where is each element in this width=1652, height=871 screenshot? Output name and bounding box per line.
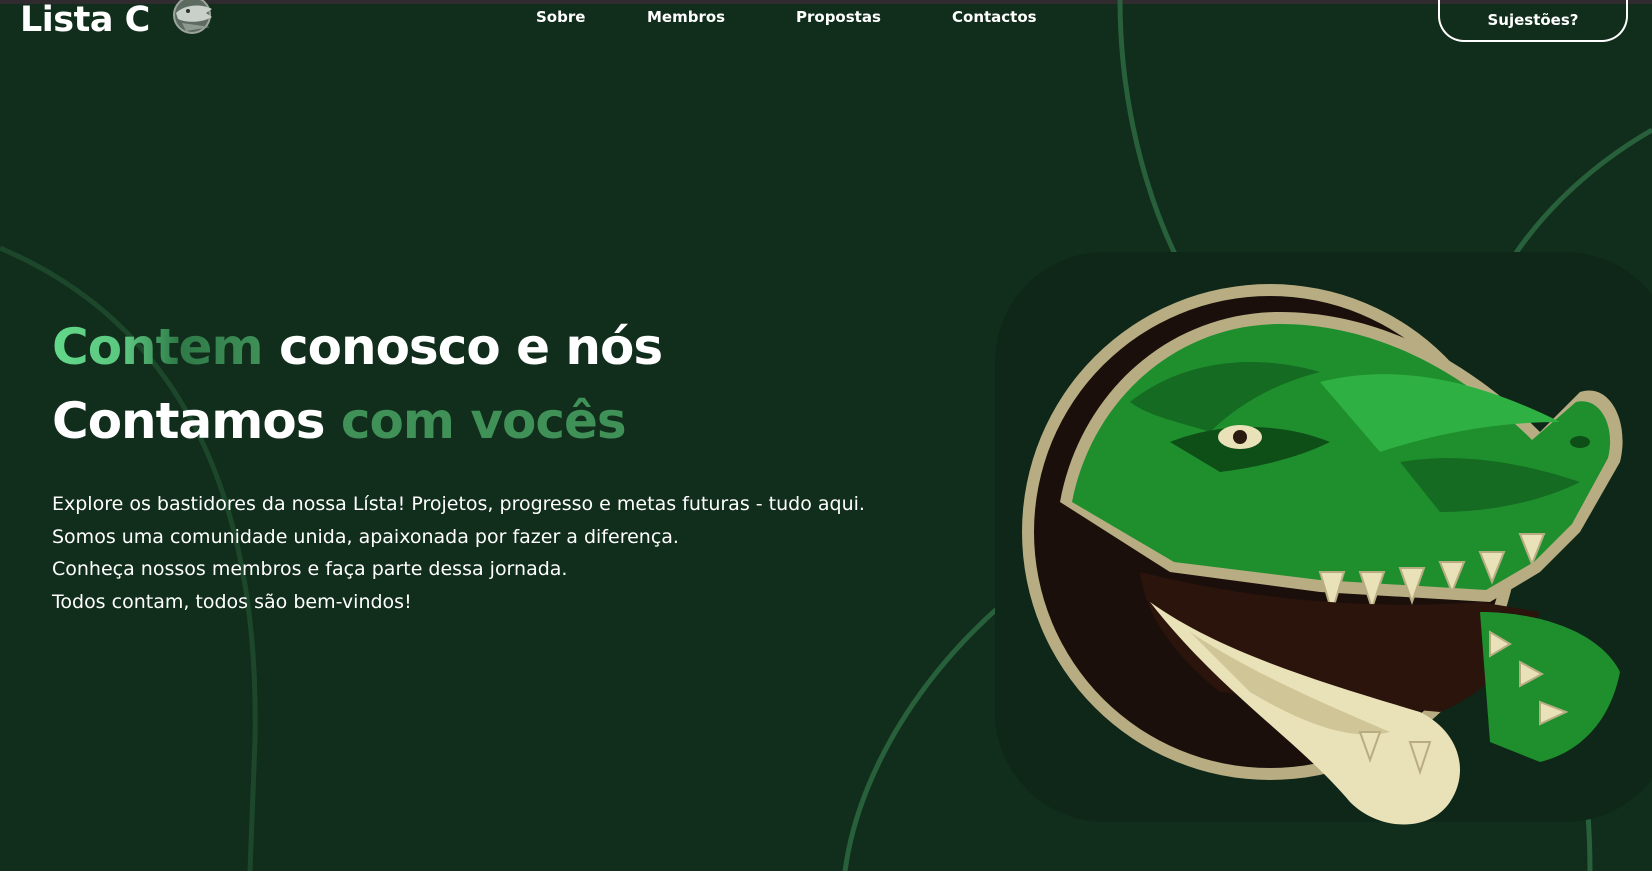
site-header: Lista C Sobre Membros Propostas Contacto… (0, 0, 1652, 60)
nav-link-contactos[interactable]: Contactos (952, 6, 1037, 28)
hero-description-line: Explore os bastidores da nossa Lísta! Pr… (52, 493, 865, 515)
nav-link-membros[interactable]: Membros (647, 6, 725, 28)
suggestions-button[interactable]: Sujestões? (1438, 0, 1628, 42)
hero-title-start-2: Contamos (52, 392, 325, 450)
hero-description-line: Somos uma comunidade unida, apaixonada p… (52, 525, 679, 548)
hero-title: Contem conosco e nós Contamos com vocês (52, 310, 663, 458)
hero-description-line: Todos contam, todos são bem-vindos! (52, 590, 412, 613)
crocodile-mascot-icon (1022, 284, 1623, 825)
hero-title-line-2: Contamos com vocês (52, 384, 662, 458)
hero-description-line: Conheça nossos membros e faça parte dess… (52, 558, 568, 580)
hero-description: Explore os bastidores da nossa Lísta! Pr… (52, 488, 865, 618)
hero-title-line-1: Contem conosco e nós (52, 310, 663, 384)
hero-title-highlight-1: Contem (52, 318, 264, 376)
nav-link-sobre[interactable]: Sobre (536, 6, 585, 28)
nav-link-propostas[interactable]: Propostas (796, 6, 881, 28)
main-nav: Sobre Membros Propostas Contactos (0, 6, 1652, 30)
hero-title-rest-1: conosco e nós (278, 318, 663, 376)
hero-title-highlight-2: com vocês (340, 392, 627, 450)
